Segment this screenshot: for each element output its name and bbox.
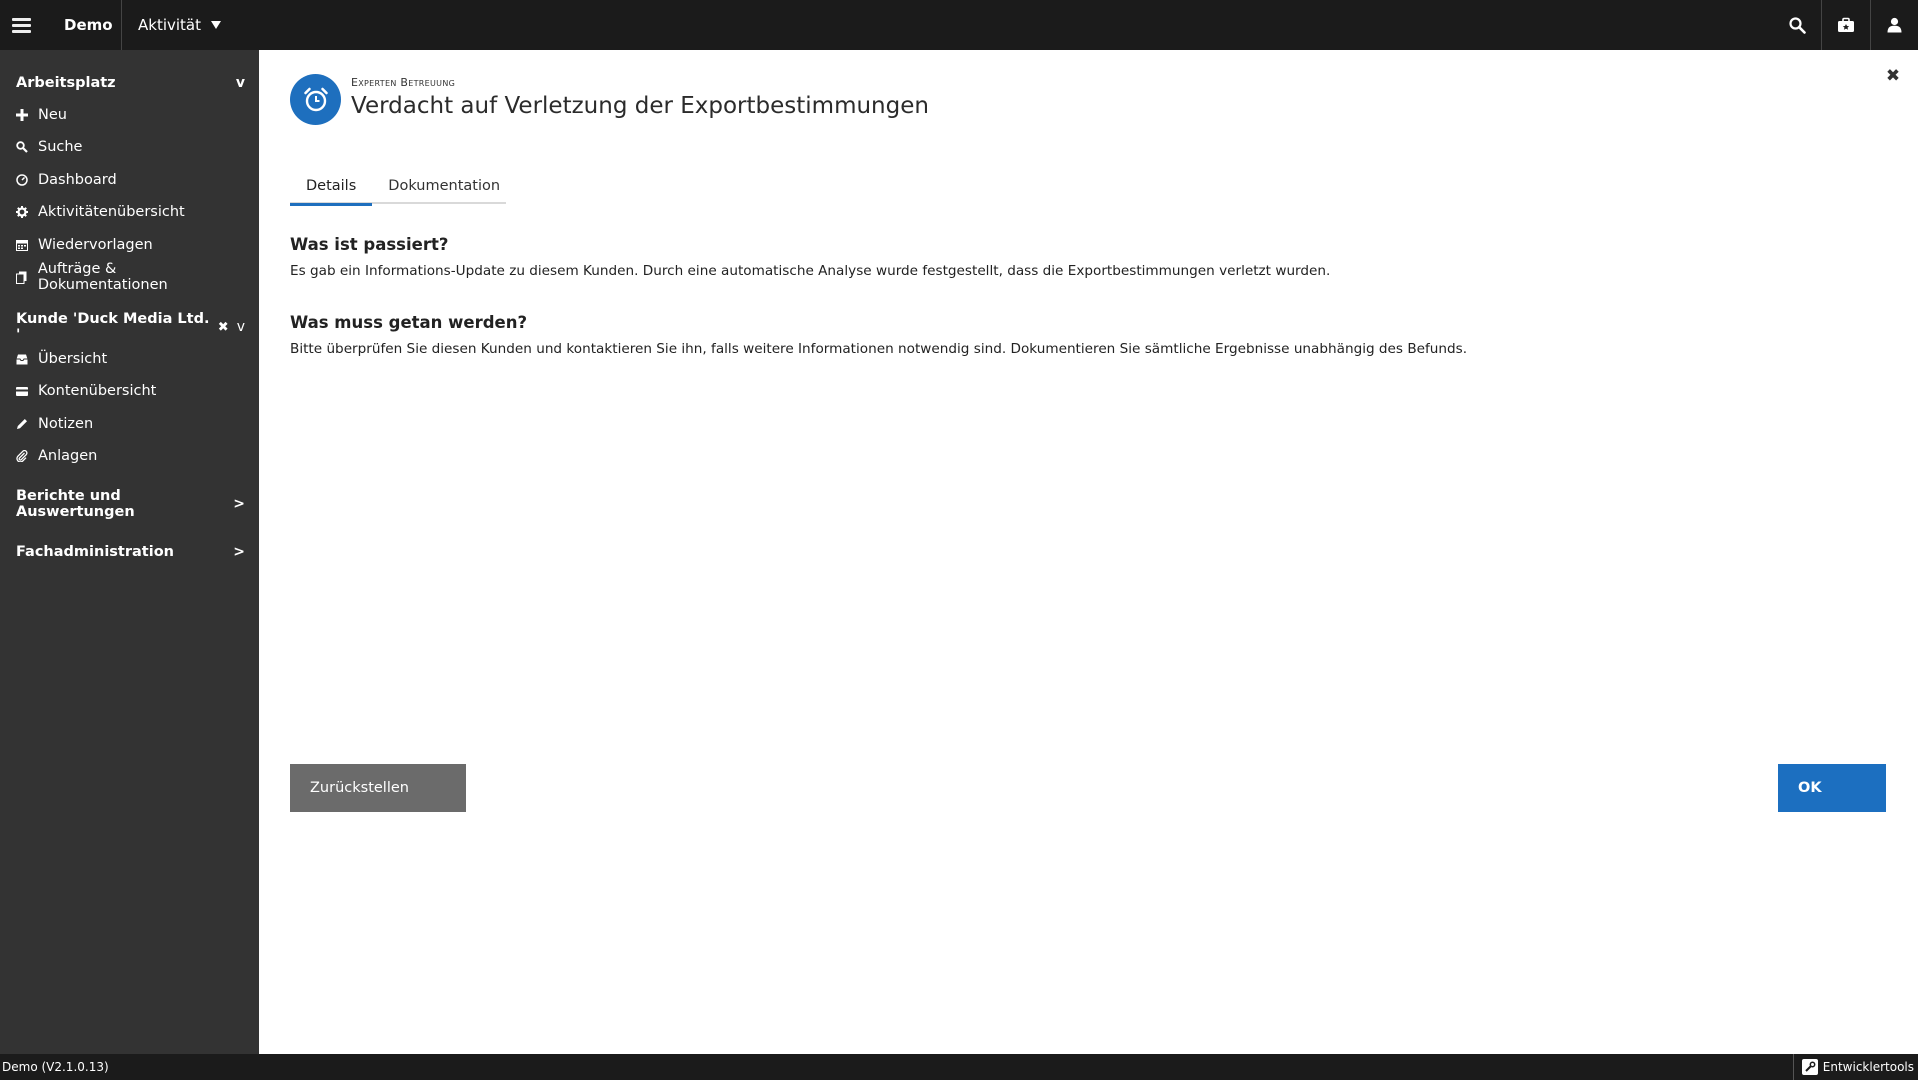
- sidebar-item-label: Notizen: [38, 416, 94, 432]
- main-content: Experten Betreuung Verdacht auf Verletzu…: [259, 50, 1918, 1054]
- main-menu-button[interactable]: [0, 0, 42, 50]
- sidebar-item-activity-overview[interactable]: Aktivitätenübersicht: [16, 199, 249, 225]
- ok-button[interactable]: OK: [1778, 764, 1886, 812]
- sidebar-item-search[interactable]: Suche: [16, 134, 249, 160]
- section-text-what-happened: Es gab ein Informations-Update zu diesem…: [290, 263, 1331, 279]
- pencil-icon: [16, 418, 38, 430]
- sidebar-item-label: Kontenübersicht: [38, 383, 157, 399]
- sidebar-section-workspace[interactable]: Arbeitsplatz v: [16, 70, 245, 96]
- user-icon: [1887, 17, 1902, 33]
- sidebar-item-attachments[interactable]: Anlagen: [16, 443, 249, 469]
- activity-dropdown[interactable]: Aktivität: [138, 0, 221, 50]
- sidebar-item-orders-documentation[interactable]: Aufträge & Dokumentationen: [16, 261, 249, 293]
- cases-button[interactable]: [1822, 0, 1870, 50]
- devtools-label: Entwicklertools: [1822, 1060, 1914, 1074]
- user-button[interactable]: [1871, 0, 1918, 50]
- section-text-what-to-do: Bitte überprüfen Sie diesen Kunden und k…: [290, 341, 1468, 357]
- search-icon: [1788, 16, 1806, 34]
- calendar-icon: [16, 239, 38, 251]
- activity-category: Experten Betreuung: [351, 76, 456, 89]
- page-title: Verdacht auf Verletzung der Exportbestim…: [351, 93, 929, 119]
- sidebar-item-label: Wiedervorlagen: [38, 237, 153, 253]
- caret-down-icon: [211, 21, 221, 29]
- sidebar-section-admin[interactable]: Fachadministration >: [16, 539, 245, 565]
- inbox-icon: [16, 354, 38, 365]
- chevron-down-icon: v: [235, 75, 245, 91]
- chevron-right-icon: >: [233, 544, 245, 560]
- top-bar: Demo Aktivität: [0, 0, 1918, 50]
- sidebar-item-label: Anlagen: [38, 448, 98, 464]
- sidebar-section-title: Berichte und Auswertungen: [16, 488, 135, 520]
- close-icon[interactable]: ✖: [218, 320, 229, 335]
- briefcase-icon: [1838, 17, 1854, 32]
- gear-icon: [16, 206, 38, 218]
- alarm-clock-icon: [303, 87, 328, 111]
- sidebar-section-title: Fachadministration: [16, 544, 174, 560]
- tab-details[interactable]: Details: [290, 174, 373, 206]
- sidebar-section-customer[interactable]: Kunde 'Duck Media Ltd. ' ✖ v: [16, 311, 245, 343]
- defer-button[interactable]: Zurückstellen: [290, 764, 466, 812]
- documents-icon: [16, 271, 38, 284]
- sidebar-item-label: Suche: [38, 139, 83, 155]
- sidebar-item-overview[interactable]: Übersicht: [16, 346, 249, 372]
- divider: [121, 0, 122, 50]
- chevron-down-icon: v: [236, 319, 245, 335]
- version-label: Demo (V2.1.0.13): [2, 1060, 109, 1074]
- sidebar-item-label: Aufträge & Dokumentationen: [37, 261, 168, 293]
- close-icon[interactable]: ✖: [1882, 65, 1904, 87]
- devtools-button[interactable]: Entwicklertools: [1792, 1054, 1914, 1080]
- sidebar-item-label: Dashboard: [38, 172, 117, 188]
- hamburger-icon: [11, 17, 31, 33]
- section-heading-what-happened: Was ist passiert?: [290, 235, 449, 254]
- sidebar: Arbeitsplatz v Neu Suche Dashboard Aktiv…: [0, 50, 259, 1054]
- sidebar-item-dashboard[interactable]: Dashboard: [16, 167, 249, 193]
- section-heading-what-to-do: Was muss getan werden?: [290, 313, 528, 332]
- chevron-right-icon: >: [233, 496, 245, 512]
- dashboard-icon: [16, 174, 38, 186]
- search-icon: [16, 141, 38, 153]
- sidebar-item-accounts[interactable]: Kontenübersicht: [16, 378, 249, 404]
- sidebar-item-label: Neu: [38, 107, 67, 123]
- paperclip-icon: [16, 450, 38, 462]
- sidebar-section-reports[interactable]: Berichte und Auswertungen >: [16, 488, 245, 520]
- sidebar-item-label: Übersicht: [38, 351, 108, 367]
- tab-documentation[interactable]: Dokumentation: [372, 174, 516, 204]
- plus-icon: [16, 109, 38, 121]
- sidebar-section-title: Arbeitsplatz: [16, 75, 116, 91]
- wrench-icon: [1801, 1059, 1818, 1075]
- sidebar-item-resubmissions[interactable]: Wiedervorlagen: [16, 232, 249, 258]
- sidebar-item-new[interactable]: Neu: [16, 102, 249, 128]
- sidebar-section-title: Kunde 'Duck Media Ltd. ': [16, 311, 210, 343]
- app-name[interactable]: Demo: [64, 0, 113, 50]
- activity-badge: [290, 74, 341, 125]
- activity-label: Aktivität: [138, 16, 201, 34]
- sidebar-item-label: Aktivitätenübersicht: [38, 204, 185, 220]
- card-icon: [16, 386, 38, 396]
- status-bar: Demo (V2.1.0.13) Entwicklertools: [0, 1054, 1918, 1080]
- search-button[interactable]: [1773, 0, 1821, 50]
- sidebar-item-notes[interactable]: Notizen: [16, 411, 249, 437]
- tab-bar: Details Dokumentation: [290, 174, 506, 206]
